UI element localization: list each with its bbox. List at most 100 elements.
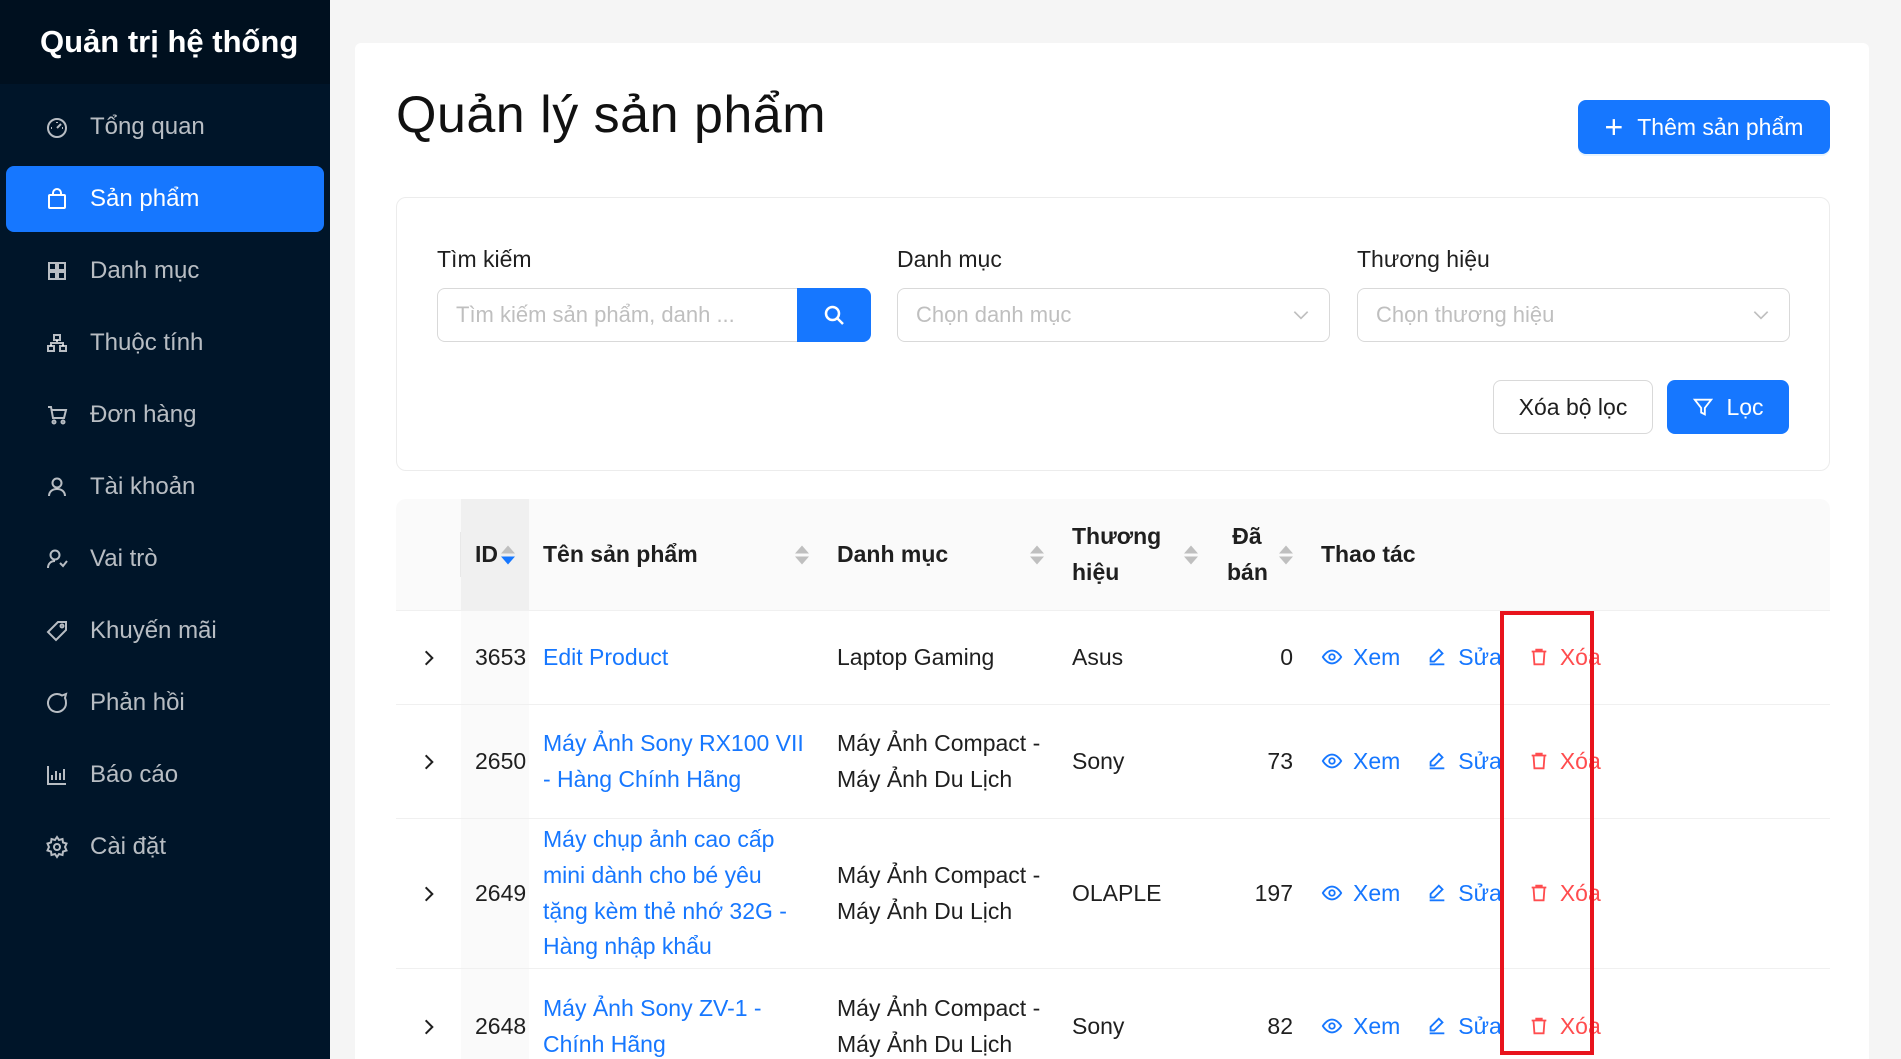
view-label: Xem xyxy=(1353,747,1401,774)
grid-icon xyxy=(44,258,70,284)
column-header-label: Đã bán xyxy=(1227,522,1268,585)
sidebar-item-label: Tài khoản xyxy=(90,473,196,500)
edit-button[interactable]: Sửa xyxy=(1426,640,1502,676)
sidebar-item-label: Tổng quan xyxy=(90,113,205,140)
search-button[interactable] xyxy=(797,288,871,342)
delete-button[interactable]: Xóa xyxy=(1528,1009,1601,1045)
sidebar: Quản trị hệ thống Tổng quan Sản phẩm Dan… xyxy=(0,0,330,1059)
filter-button[interactable]: Lọc xyxy=(1667,380,1789,434)
add-product-label: Thêm sản phẩm xyxy=(1637,113,1804,140)
eye-icon xyxy=(1321,754,1343,769)
cell-category: Máy Ảnh Compact - Máy Ảnh Du Lịch xyxy=(837,729,1041,792)
search-input[interactable] xyxy=(437,288,797,342)
sidebar-item-products[interactable]: Sản phẩm xyxy=(6,166,324,232)
edit-button[interactable]: Sửa xyxy=(1426,1009,1502,1045)
delete-label: Xóa xyxy=(1559,879,1601,906)
filter-button-label: Lọc xyxy=(1726,393,1764,420)
plus-icon: + xyxy=(1604,109,1624,145)
cell-name: Máy chụp ảnh cao cấp mini dành cho bé yê… xyxy=(529,819,823,968)
sidebar-item-promotions[interactable]: Khuyến mãi xyxy=(6,598,324,664)
product-name-link[interactable]: Edit Product xyxy=(543,640,668,676)
sidebar-item-label: Cài đặt xyxy=(90,833,167,860)
sort-icon xyxy=(501,545,515,564)
column-header-label: Tên sản phẩm xyxy=(543,540,698,567)
cell-category: Máy Ảnh Compact - Máy Ảnh Du Lịch xyxy=(837,994,1041,1057)
delete-label: Xóa xyxy=(1559,1012,1601,1039)
chevron-right-icon xyxy=(424,1019,434,1034)
view-button[interactable]: Xem xyxy=(1321,744,1400,780)
cell-name: Edit Product xyxy=(529,611,823,704)
eye-icon xyxy=(1321,886,1343,901)
table-header: ID Tên sản phẩm Danh mục Thương hiệu Đã … xyxy=(396,499,1830,611)
column-header-brand[interactable]: Thương hiệu xyxy=(1058,499,1212,610)
cell-sold: 197 xyxy=(1254,879,1293,906)
add-product-button[interactable]: + Thêm sản phẩm xyxy=(1578,100,1830,154)
delete-button[interactable]: Xóa xyxy=(1528,640,1601,676)
cell-actions: Xem Sửa Xóa xyxy=(1307,819,1830,968)
delete-button[interactable]: Xóa xyxy=(1528,744,1601,780)
sidebar-item-label: Báo cáo xyxy=(90,761,179,788)
sidebar-item-label: Thuộc tính xyxy=(90,329,204,356)
expand-row-button[interactable] xyxy=(396,969,461,1059)
delete-label: Xóa xyxy=(1559,643,1601,670)
chevron-down-icon xyxy=(1753,311,1769,320)
cell-id: 2648 xyxy=(461,969,529,1059)
user-switch-icon xyxy=(44,546,70,572)
column-header-id[interactable]: ID xyxy=(461,499,529,610)
expand-row-button[interactable] xyxy=(396,705,461,818)
cell-name: Máy Ảnh Sony ZV-1 - Chính Hãng xyxy=(529,969,823,1059)
search-label: Tìm kiếm xyxy=(437,246,532,272)
cell-sold: 73 xyxy=(1267,747,1293,774)
product-table: ID Tên sản phẩm Danh mục Thương hiệu Đã … xyxy=(396,499,1830,1059)
cell-id: 2650 xyxy=(461,705,529,818)
view-button[interactable]: Xem xyxy=(1321,640,1400,676)
column-header-name[interactable]: Tên sản phẩm xyxy=(529,499,823,610)
product-name-link[interactable]: Máy Ảnh Sony RX100 VII - Hàng Chính Hãng xyxy=(543,726,809,797)
edit-icon xyxy=(1429,648,1445,666)
delete-button[interactable]: Xóa xyxy=(1528,876,1601,912)
sidebar-item-feedback[interactable]: Phản hồi xyxy=(6,670,324,736)
trash-icon xyxy=(1531,649,1547,666)
sidebar-item-categories[interactable]: Danh mục xyxy=(6,238,324,304)
sidebar-item-accounts[interactable]: Tài khoản xyxy=(6,454,324,520)
sidebar-item-reports[interactable]: Báo cáo xyxy=(6,742,324,808)
product-name-link[interactable]: Máy Ảnh Sony ZV-1 - Chính Hãng xyxy=(543,991,809,1059)
sidebar-item-settings[interactable]: Cài đặt xyxy=(6,814,324,880)
shopping-bag-icon xyxy=(44,186,70,212)
sort-icon xyxy=(1030,545,1044,564)
column-header-label: Thao tác xyxy=(1321,540,1416,567)
column-header-category[interactable]: Danh mục xyxy=(823,499,1058,610)
category-select[interactable]: Chọn danh mục xyxy=(897,288,1330,342)
category-select-placeholder: Chọn danh mục xyxy=(916,302,1072,327)
setting-icon xyxy=(44,834,70,860)
view-button[interactable]: Xem xyxy=(1321,876,1400,912)
edit-button[interactable]: Sửa xyxy=(1426,744,1502,780)
view-button[interactable]: Xem xyxy=(1321,1009,1400,1045)
sidebar-item-label: Phản hồi xyxy=(90,689,185,716)
sidebar-item-roles[interactable]: Vai trò xyxy=(6,526,324,592)
clear-filter-button[interactable]: Xóa bộ lọc xyxy=(1493,380,1653,434)
column-header-sold[interactable]: Đã bán xyxy=(1212,499,1307,610)
product-name-link[interactable]: Máy chụp ảnh cao cấp mini dành cho bé yê… xyxy=(543,822,809,965)
sort-icon xyxy=(1184,545,1198,564)
cell-sold: 82 xyxy=(1267,1012,1293,1039)
chevron-right-icon xyxy=(424,754,434,769)
expand-row-button[interactable] xyxy=(396,611,461,704)
sidebar-item-attributes[interactable]: Thuộc tính xyxy=(6,310,324,376)
brand-select[interactable]: Chọn thương hiệu xyxy=(1357,288,1790,342)
brand-label: Thương hiệu xyxy=(1357,246,1490,272)
eye-icon xyxy=(1321,1019,1343,1034)
user-icon xyxy=(44,474,70,500)
expand-row-button[interactable] xyxy=(396,819,461,968)
cell-category: Laptop Gaming xyxy=(837,643,995,670)
table-row: 2649 Máy chụp ảnh cao cấp mini dành cho … xyxy=(396,819,1830,969)
edit-button[interactable]: Sửa xyxy=(1426,876,1502,912)
cell-sold: 0 xyxy=(1280,643,1293,670)
filter-panel: Tìm kiếm Danh mục Thương hiệu Chọn danh … xyxy=(396,197,1830,471)
sidebar-item-orders[interactable]: Đơn hàng xyxy=(6,382,324,448)
sidebar-item-label: Danh mục xyxy=(90,257,200,284)
trash-icon xyxy=(1531,885,1547,902)
view-label: Xem xyxy=(1353,879,1401,906)
sidebar-item-dashboard[interactable]: Tổng quan xyxy=(6,94,324,160)
bar-chart-icon xyxy=(44,762,70,788)
